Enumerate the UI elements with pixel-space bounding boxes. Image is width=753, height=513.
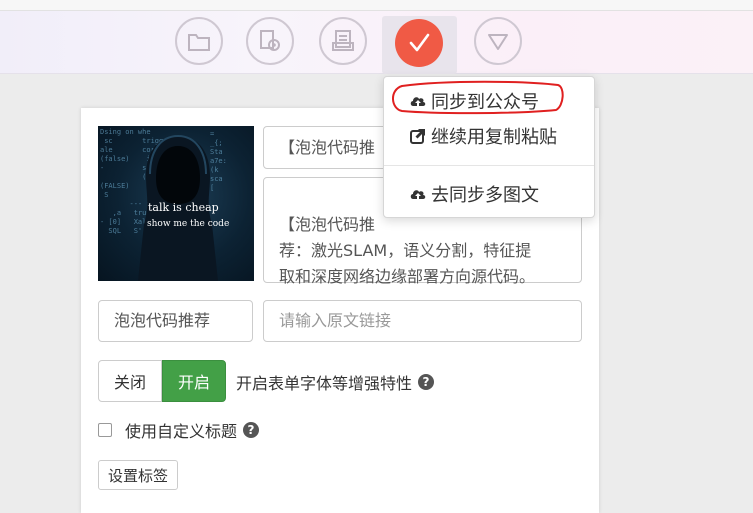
red-circle-annotation: [392, 80, 564, 115]
menu-divider: [384, 165, 594, 166]
author-input[interactable]: 泡泡代码推荐: [98, 300, 253, 342]
toolbar: [0, 11, 753, 74]
settings-doc-button[interactable]: [246, 17, 294, 65]
folder-icon: [188, 34, 210, 51]
clipboard-icon: [332, 30, 354, 51]
source-url-input[interactable]: 请输入原文链接: [263, 300, 582, 342]
title-value: 【泡泡代码推: [279, 138, 376, 157]
window-top-strip: [0, 0, 753, 11]
check-icon: [409, 33, 430, 52]
toggle-on-button[interactable]: 开启: [162, 360, 227, 402]
cover-text-line1: talk is cheap: [148, 201, 219, 214]
set-tags-button[interactable]: 设置标签: [98, 460, 179, 490]
clipboard-button[interactable]: [319, 17, 367, 65]
folder-button[interactable]: [175, 17, 223, 65]
custom-title-checkbox[interactable]: [98, 423, 112, 437]
settings-doc-icon: [260, 30, 280, 51]
enhance-toggle: 关闭 开启: [98, 360, 227, 402]
cloud-upload-icon: [410, 190, 426, 201]
custom-title-row: 使用自定义标题 ?: [98, 418, 260, 442]
cover-image[interactable]: Dsing on whe sc trigge ale cor (false) i…: [98, 126, 254, 281]
help-icon[interactable]: ?: [418, 374, 435, 390]
external-link-icon: [410, 129, 425, 144]
menu-item-label: 继续用复制粘贴: [431, 127, 557, 148]
menu-item-sync-multi-article[interactable]: 去同步多图文: [409, 181, 539, 207]
more-button[interactable]: [474, 17, 522, 65]
help-icon[interactable]: ?: [243, 422, 260, 438]
triangle-down-icon: [488, 34, 508, 50]
enhance-description: 开启表单字体等增强特性: [236, 374, 413, 393]
enhance-description-row: 开启表单字体等增强特性 ?: [236, 370, 435, 394]
author-value: 泡泡代码推荐: [114, 311, 211, 330]
source-url-placeholder: 请输入原文链接: [279, 311, 392, 330]
summary-value: 【泡泡代码推 荐：激光SLAM，语义分割，特征提 取和深度网络边缘部署方向源代码…: [279, 215, 536, 286]
menu-item-continue-copy-paste[interactable]: 继续用复制粘贴: [409, 123, 557, 149]
sync-check-button[interactable]: [395, 19, 443, 67]
custom-title-label: 使用自定义标题: [125, 422, 238, 441]
menu-item-label: 去同步多图文: [431, 185, 539, 206]
cover-text-line2: show me the code: [147, 219, 230, 229]
toggle-off-button[interactable]: 关闭: [98, 360, 163, 402]
